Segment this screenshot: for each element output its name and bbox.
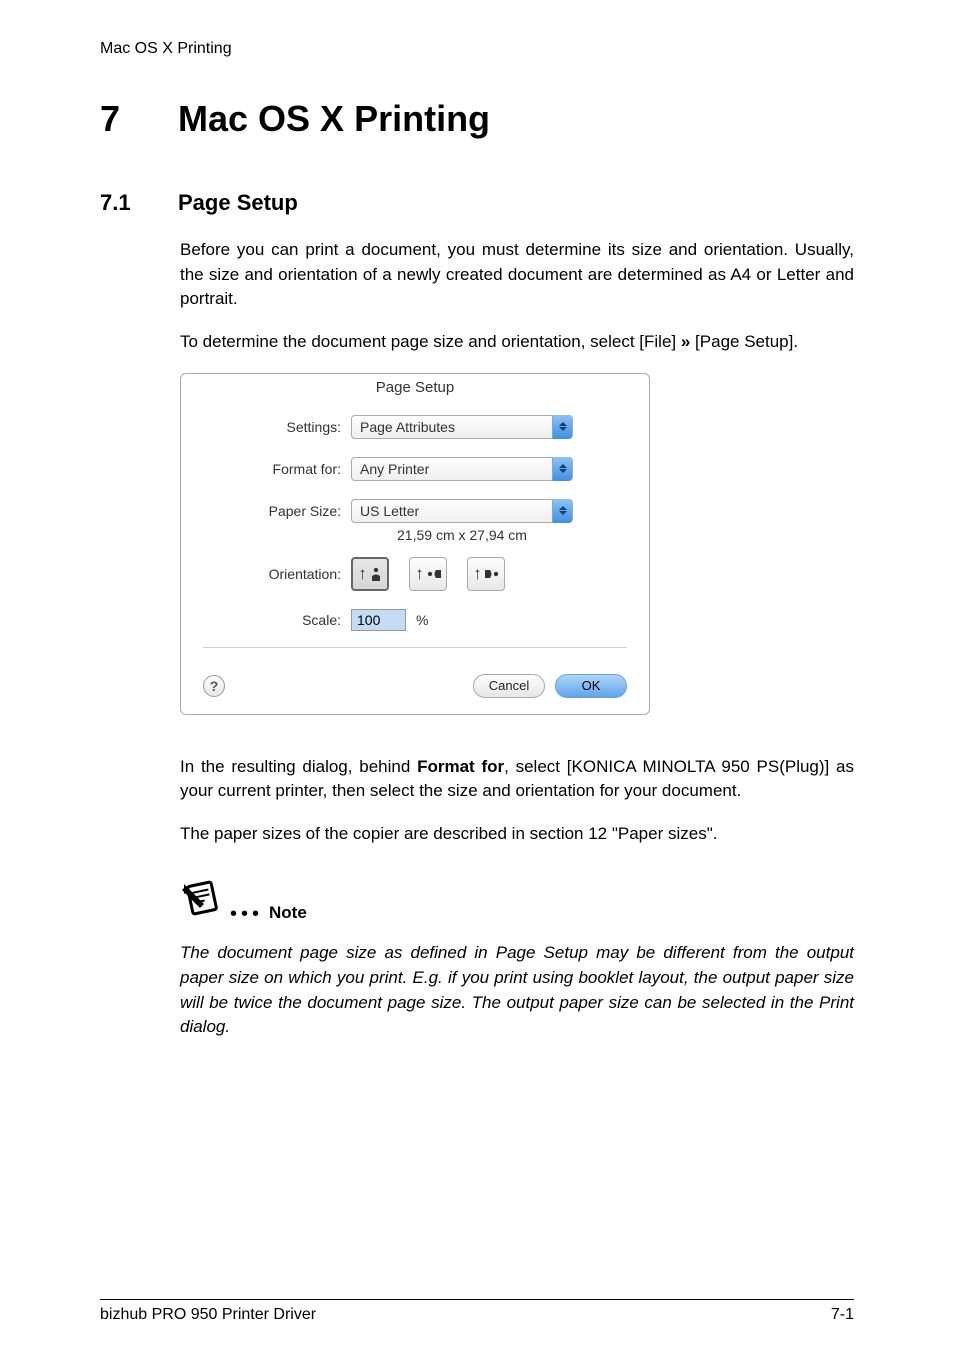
chapter-number: 7 bbox=[100, 98, 178, 140]
select-arrows-icon bbox=[552, 415, 572, 439]
paper-size-label: Paper Size: bbox=[203, 503, 351, 519]
divider bbox=[203, 647, 627, 648]
select-arrows-icon bbox=[552, 499, 572, 523]
note-icon bbox=[180, 876, 224, 925]
section-heading: 7.1Page Setup bbox=[100, 190, 854, 216]
paper-dimensions: 21,59 cm x 27,94 cm bbox=[351, 527, 573, 543]
footer-left: bizhub PRO 950 Printer Driver bbox=[100, 1306, 316, 1324]
section-number: 7.1 bbox=[100, 190, 178, 216]
paragraph: In the resulting dialog, behind Format f… bbox=[180, 755, 854, 804]
up-arrow-icon: ↑ bbox=[358, 565, 367, 582]
note-label: Note bbox=[269, 903, 307, 925]
ok-button[interactable]: OK bbox=[555, 674, 627, 698]
paragraph: The paper sizes of the copier are descri… bbox=[180, 822, 854, 847]
running-header: Mac OS X Printing bbox=[100, 40, 854, 58]
text-fragment: [Page Setup]. bbox=[690, 332, 798, 351]
paper-size-select[interactable]: US Letter bbox=[351, 499, 573, 523]
paper-size-value: US Letter bbox=[352, 503, 552, 519]
scale-label: Scale: bbox=[203, 612, 351, 628]
footer-rule bbox=[100, 1299, 854, 1300]
scale-input[interactable] bbox=[351, 609, 406, 631]
help-button[interactable]: ? bbox=[203, 675, 225, 697]
orientation-landscape-right-button[interactable]: ↑ bbox=[467, 557, 505, 591]
settings-label: Settings: bbox=[203, 419, 351, 435]
chapter-heading: 7Mac OS X Printing bbox=[100, 98, 854, 140]
format-for-label: Format for: bbox=[203, 461, 351, 477]
paragraph: To determine the document page size and … bbox=[180, 330, 854, 355]
dots-icon: ••• bbox=[230, 909, 263, 925]
text-fragment: To determine the document page size and … bbox=[180, 332, 681, 351]
text-fragment: In the resulting dialog, behind bbox=[180, 757, 417, 776]
paragraph: Before you can print a document, you mus… bbox=[180, 238, 854, 312]
footer-page-number: 7-1 bbox=[831, 1306, 854, 1324]
cancel-button[interactable]: Cancel bbox=[473, 674, 545, 698]
select-arrows-icon bbox=[552, 457, 572, 481]
person-portrait-icon bbox=[370, 567, 382, 581]
up-arrow-icon: ↑ bbox=[415, 565, 424, 582]
up-arrow-icon: ↑ bbox=[473, 565, 482, 582]
settings-select[interactable]: Page Attributes bbox=[351, 415, 573, 439]
format-for-select[interactable]: Any Printer bbox=[351, 457, 573, 481]
section-title-text: Page Setup bbox=[178, 190, 298, 215]
note-text: The document page size as defined in Pag… bbox=[180, 941, 854, 1040]
dialog-title: Page Setup bbox=[181, 374, 649, 401]
orientation-landscape-left-button[interactable]: ↑ bbox=[409, 557, 447, 591]
person-landscape-right-icon bbox=[485, 568, 499, 580]
bold-text: Format for bbox=[417, 757, 504, 776]
person-landscape-left-icon bbox=[427, 568, 441, 580]
chapter-title-text: Mac OS X Printing bbox=[178, 98, 490, 139]
orientation-portrait-button[interactable]: ↑ bbox=[351, 557, 389, 591]
scale-unit: % bbox=[416, 612, 428, 628]
menu-arrow: » bbox=[681, 332, 690, 351]
orientation-label: Orientation: bbox=[203, 566, 351, 582]
settings-value: Page Attributes bbox=[352, 419, 552, 435]
page-setup-dialog-screenshot: Page Setup Settings: Page Attributes For… bbox=[180, 373, 650, 715]
format-for-value: Any Printer bbox=[352, 461, 552, 477]
